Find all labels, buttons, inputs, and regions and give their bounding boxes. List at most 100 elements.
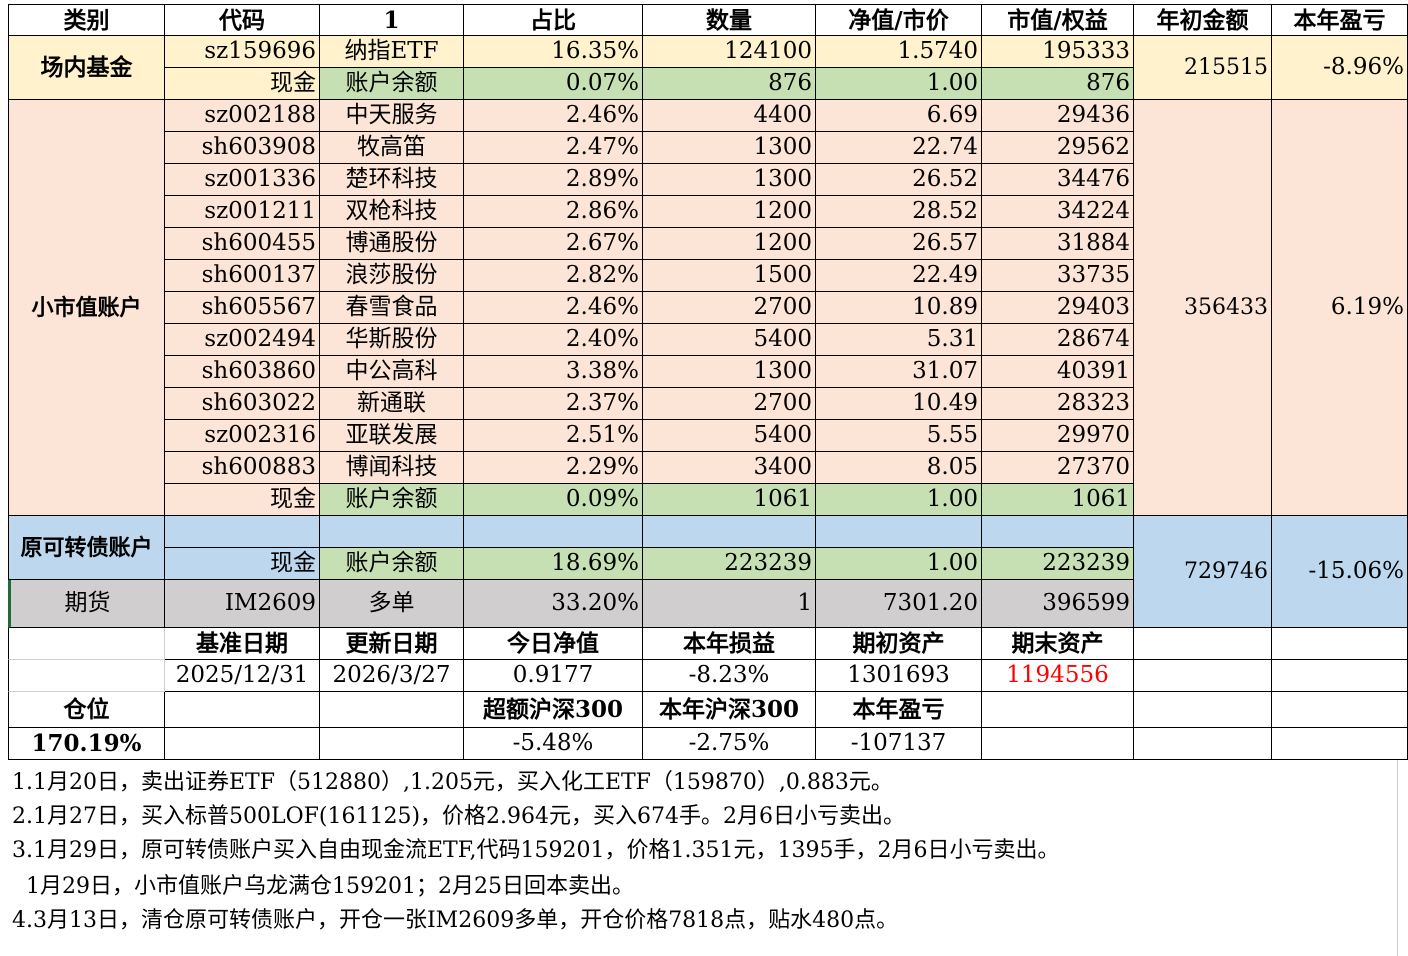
code-cell[interactable]: sz001211 xyxy=(165,196,320,228)
name-cell[interactable]: 账户余额 xyxy=(320,548,464,580)
name-cell[interactable]: 浪莎股份 xyxy=(320,260,464,292)
code-cell[interactable]: sh600883 xyxy=(165,452,320,484)
header-ratio[interactable]: 占比 xyxy=(464,4,643,36)
empty-cell[interactable] xyxy=(464,516,643,548)
ratio-cell[interactable]: 0.07% xyxy=(464,68,643,100)
price-cell[interactable]: 1.5740 xyxy=(816,36,982,68)
quantity-cell[interactable]: 1200 xyxy=(643,228,816,260)
code-cell[interactable]: sh605567 xyxy=(165,292,320,324)
name-cell[interactable]: 亚联发展 xyxy=(320,420,464,452)
end-asset-value[interactable]: 1194556 xyxy=(982,660,1134,692)
position-value[interactable]: 170.19% xyxy=(8,728,165,760)
summary-value[interactable]: -2.75% xyxy=(643,728,816,760)
summary-label[interactable]: 本年损益 xyxy=(643,628,816,660)
code-cell[interactable]: 现金 xyxy=(165,484,320,516)
empty-cell[interactable] xyxy=(8,660,165,692)
empty-cell[interactable] xyxy=(982,728,1134,760)
ratio-cell[interactable]: 2.47% xyxy=(464,132,643,164)
header-category[interactable]: 类别 xyxy=(8,4,165,36)
value-cell[interactable]: 34224 xyxy=(982,196,1134,228)
summary-label[interactable]: 本年沪深300 xyxy=(643,692,816,728)
summary-value[interactable]: 2026/3/27 xyxy=(320,660,464,692)
note-line[interactable]: 2.1月27日，买入标普500LOF(161125)，价格2.964元，买入67… xyxy=(12,798,905,830)
quantity-cell[interactable]: 2700 xyxy=(643,388,816,420)
name-cell[interactable]: 账户余额 xyxy=(320,68,464,100)
value-cell[interactable]: 195333 xyxy=(982,36,1134,68)
code-cell[interactable]: sz002188 xyxy=(165,100,320,132)
name-cell[interactable]: 博闻科技 xyxy=(320,452,464,484)
name-cell[interactable]: 牧高笛 xyxy=(320,132,464,164)
empty-cell[interactable] xyxy=(165,692,320,728)
code-cell[interactable]: sh600137 xyxy=(165,260,320,292)
summary-value[interactable]: -5.48% xyxy=(464,728,643,760)
code-cell[interactable]: 现金 xyxy=(165,548,320,580)
name-cell[interactable]: 中公高科 xyxy=(320,356,464,388)
empty-cell[interactable] xyxy=(165,516,320,548)
quantity-cell[interactable]: 1061 xyxy=(643,484,816,516)
empty-cell[interactable] xyxy=(1272,628,1408,660)
price-cell[interactable]: 1.00 xyxy=(816,548,982,580)
empty-cell[interactable] xyxy=(982,692,1134,728)
code-cell[interactable]: sh600455 xyxy=(165,228,320,260)
value-cell[interactable]: 223239 xyxy=(982,548,1134,580)
price-cell[interactable]: 10.49 xyxy=(816,388,982,420)
quantity-cell[interactable]: 1300 xyxy=(643,356,816,388)
name-cell[interactable]: 多单 xyxy=(320,580,464,628)
quantity-cell[interactable]: 124100 xyxy=(643,36,816,68)
empty-cell[interactable] xyxy=(320,692,464,728)
ratio-cell[interactable]: 2.46% xyxy=(464,292,643,324)
ratio-cell[interactable]: 0.09% xyxy=(464,484,643,516)
empty-cell[interactable] xyxy=(1134,692,1272,728)
quantity-cell[interactable]: 2700 xyxy=(643,292,816,324)
ratio-cell[interactable]: 2.89% xyxy=(464,164,643,196)
empty-cell[interactable] xyxy=(1134,660,1272,692)
price-cell[interactable]: 10.89 xyxy=(816,292,982,324)
code-cell[interactable]: sh603022 xyxy=(165,388,320,420)
value-cell[interactable]: 28674 xyxy=(982,324,1134,356)
start-amount-fund[interactable]: 215515 xyxy=(1134,36,1272,100)
summary-value[interactable]: 0.9177 xyxy=(464,660,643,692)
start-amount-convertible[interactable]: 729746 xyxy=(1134,516,1272,628)
value-cell[interactable]: 29403 xyxy=(982,292,1134,324)
category-small-cap[interactable]: 小市值账户 xyxy=(8,100,165,516)
name-cell[interactable]: 纳指ETF xyxy=(320,36,464,68)
name-cell[interactable]: 华斯股份 xyxy=(320,324,464,356)
empty-cell[interactable] xyxy=(816,516,982,548)
name-cell[interactable]: 双枪科技 xyxy=(320,196,464,228)
name-cell[interactable]: 春雪食品 xyxy=(320,292,464,324)
price-cell[interactable]: 7301.20 xyxy=(816,580,982,628)
price-cell[interactable]: 6.69 xyxy=(816,100,982,132)
value-cell[interactable]: 31884 xyxy=(982,228,1134,260)
ratio-cell[interactable]: 2.86% xyxy=(464,196,643,228)
summary-value[interactable]: 1301693 xyxy=(816,660,982,692)
name-cell[interactable]: 博通股份 xyxy=(320,228,464,260)
summary-value[interactable]: -8.23% xyxy=(643,660,816,692)
ratio-cell[interactable]: 2.67% xyxy=(464,228,643,260)
ratio-cell[interactable]: 2.46% xyxy=(464,100,643,132)
value-cell[interactable]: 29970 xyxy=(982,420,1134,452)
quantity-cell[interactable]: 1 xyxy=(643,580,816,628)
quantity-cell[interactable]: 1300 xyxy=(643,164,816,196)
category-futures[interactable]: 期货 xyxy=(8,580,165,628)
value-cell[interactable]: 28323 xyxy=(982,388,1134,420)
value-cell[interactable]: 396599 xyxy=(982,580,1134,628)
empty-cell[interactable] xyxy=(1134,628,1272,660)
code-cell[interactable]: sz002316 xyxy=(165,420,320,452)
name-cell[interactable]: 楚环科技 xyxy=(320,164,464,196)
quantity-cell[interactable]: 5400 xyxy=(643,324,816,356)
value-cell[interactable]: 29436 xyxy=(982,100,1134,132)
quantity-cell[interactable]: 1200 xyxy=(643,196,816,228)
pnl-fund[interactable]: -8.96% xyxy=(1272,36,1408,100)
code-cell[interactable]: sz002494 xyxy=(165,324,320,356)
ratio-cell[interactable]: 2.40% xyxy=(464,324,643,356)
empty-cell[interactable] xyxy=(1272,660,1408,692)
position-label[interactable]: 仓位 xyxy=(8,692,165,728)
quantity-cell[interactable]: 5400 xyxy=(643,420,816,452)
ratio-cell[interactable]: 33.20% xyxy=(464,580,643,628)
empty-cell[interactable] xyxy=(643,516,816,548)
value-cell[interactable]: 1061 xyxy=(982,484,1134,516)
empty-cell[interactable] xyxy=(982,516,1134,548)
summary-label[interactable]: 期末资产 xyxy=(982,628,1134,660)
code-cell[interactable]: sz001336 xyxy=(165,164,320,196)
header-quantity[interactable]: 数量 xyxy=(643,4,816,36)
